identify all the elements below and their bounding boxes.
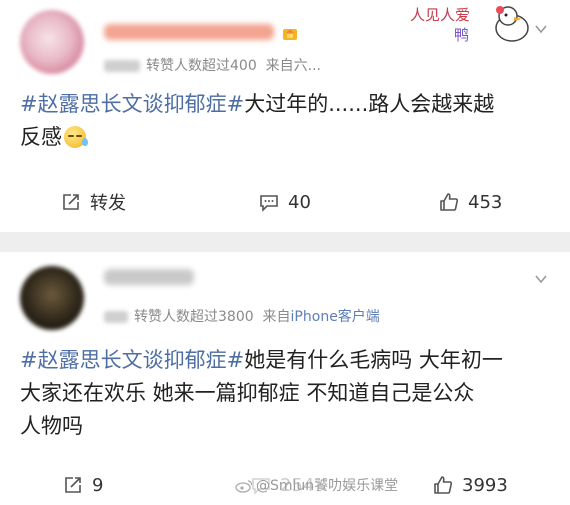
hashtag-link[interactable]: #赵露思长文谈抑郁症# (20, 92, 244, 116)
like-button[interactable]: 453 (438, 182, 502, 222)
username-blurred[interactable] (104, 24, 274, 40)
sticker-text-2: 鸭 (454, 26, 470, 44)
post-text: 大家还在欢乐 她来一篇抑郁症 不知道自己是公众 (20, 381, 475, 405)
post-meta: 转赞人数超过400 来自六... (104, 55, 321, 75)
thumbs-up-icon (440, 193, 459, 211)
post-text: 反感 (20, 125, 62, 149)
post-text: 人物吗 (20, 414, 83, 438)
like-count: 453 (468, 191, 503, 213)
weibo-post-2: 转赞人数超过3800 来自iPhone客户端 #赵露思长文谈抑郁症#她是有什么毛… (0, 252, 570, 500)
repost-label: 转发 (90, 193, 126, 214)
post-time-blurred (104, 60, 140, 72)
post-source[interactable]: 来自六... (266, 58, 321, 74)
comment-icon (260, 195, 278, 212)
post-source-link[interactable]: iPhone客户端 (291, 309, 380, 325)
like-button[interactable]: 3993 (432, 465, 508, 505)
duck-sticker-icon (495, 6, 529, 42)
comment-button[interactable]: 40 (258, 182, 311, 222)
weibo-logo-icon (235, 480, 253, 493)
avatar[interactable] (20, 10, 84, 74)
weibo-watermark: @Smlun饕叻娱乐课堂 (233, 475, 401, 495)
username-blurred[interactable] (104, 269, 194, 285)
chevron-down-icon[interactable] (534, 22, 548, 36)
like-count: 3993 (462, 474, 508, 496)
repost-button[interactable]: 9 (62, 465, 103, 505)
source-prefix: 来自 (262, 309, 291, 325)
sticker-decoration: 人见人爱 鸭 (410, 0, 552, 50)
repost-icon (65, 477, 81, 493)
repost-count-text: 转赞人数超过3800 (134, 309, 254, 325)
repost-count: 9 (92, 474, 104, 496)
chevron-down-icon[interactable] (534, 272, 548, 286)
post-content: #赵露思长文谈抑郁症#大过年的......路人会越来越 反感 (20, 88, 552, 154)
weibo-post-1: 转赞人数超过400 来自六... 人见人爱 鸭 #赵露思长文谈抑郁症#大过年的.… (0, 0, 570, 232)
post-divider (0, 232, 570, 252)
sticker-text: 人见人爱 (410, 6, 471, 24)
post-meta: 转赞人数超过3800 来自iPhone客户端 (104, 306, 380, 326)
repost-icon (63, 194, 79, 210)
action-bar: 转发 40 453 (0, 182, 570, 222)
post-text: 她是有什么毛病吗 大年初一 (244, 348, 503, 372)
sweat-emoji-icon (64, 126, 88, 148)
comment-count: 40 (288, 191, 311, 213)
avatar[interactable] (20, 266, 84, 330)
repost-count-text: 转赞人数超过400 (146, 58, 257, 74)
post-time-blurred (104, 311, 128, 323)
vip-badge-icon (283, 29, 297, 40)
repost-button[interactable]: 转发 (60, 182, 126, 222)
watermark-text: @Smlun饕叻娱乐课堂 (256, 478, 399, 494)
post-content: #赵露思长文谈抑郁症#她是有什么毛病吗 大年初一 大家还在欢乐 她来一篇抑郁症 … (20, 344, 552, 443)
post-text: 大过年的......路人会越来越 (244, 92, 495, 116)
thumbs-up-icon (434, 476, 453, 494)
hashtag-link[interactable]: #赵露思长文谈抑郁症# (20, 348, 244, 372)
